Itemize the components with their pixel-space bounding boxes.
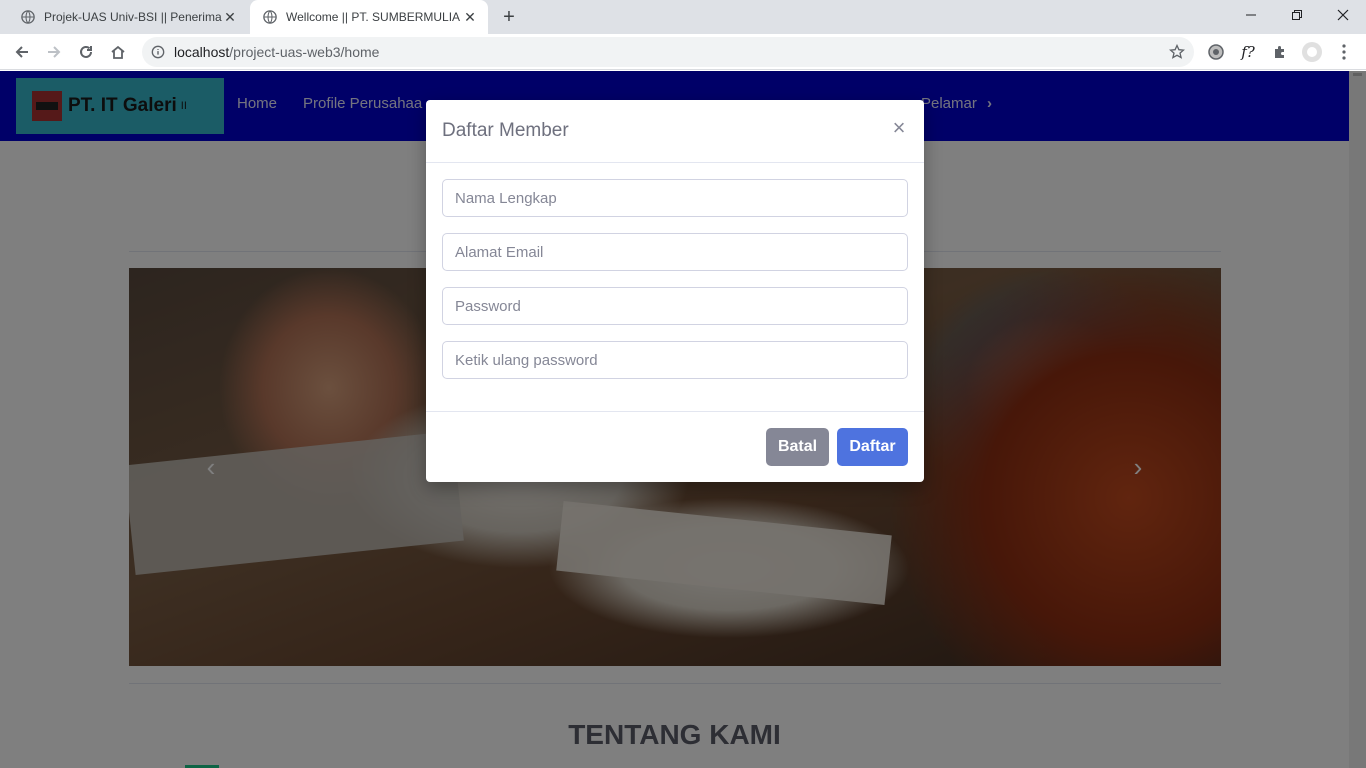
cancel-button[interactable]: Batal [766,428,829,466]
url-host: localhost [174,44,230,60]
modal-header: Daftar Member × [426,100,924,163]
minimize-icon[interactable] [1228,0,1274,30]
restore-icon[interactable] [1274,0,1320,30]
globe-icon [262,9,278,25]
kebab-menu-icon[interactable] [1332,40,1356,64]
window-close-icon[interactable] [1320,0,1366,30]
profile-avatar-icon[interactable] [1300,40,1324,64]
confirm-password-input[interactable] [442,341,908,379]
globe-icon [20,9,36,25]
close-icon[interactable]: × [890,115,908,140]
close-icon[interactable]: ✕ [462,9,478,25]
extension-badge-icon[interactable] [1204,40,1228,64]
register-modal: Daftar Member × Batal Daftar [426,100,924,482]
reload-icon[interactable] [72,38,100,66]
browser-tab-bar: Projek-UAS Univ-BSI || Penerimaa ✕ Wellc… [0,0,1366,34]
modal-title: Daftar Member [442,120,569,141]
puzzle-extensions-icon[interactable] [1268,40,1292,64]
bookmark-star-icon[interactable] [1168,43,1186,61]
info-icon[interactable] [150,44,166,60]
forward-arrow-icon[interactable] [40,38,68,66]
extension-formula-icon[interactable]: f? [1236,40,1260,64]
new-tab-plus-icon[interactable]: + [498,6,520,28]
home-icon[interactable] [104,38,132,66]
close-icon[interactable]: ✕ [222,9,238,25]
register-button[interactable]: Daftar [837,428,908,466]
back-arrow-icon[interactable] [8,38,36,66]
browser-tab-1[interactable]: Projek-UAS Univ-BSI || Penerimaa ✕ [8,0,248,34]
tab-title: Wellcome || PT. SUMBERMULIA H [286,10,462,24]
browser-tab-2[interactable]: Wellcome || PT. SUMBERMULIA H ✕ [250,0,488,34]
address-bar[interactable]: localhost/project-uas-web3/home [142,37,1194,67]
tab-title: Projek-UAS Univ-BSI || Penerimaa [44,10,222,24]
url-path: /project-uas-web3/home [229,44,380,60]
email-input[interactable] [442,233,908,271]
browser-toolbar: localhost/project-uas-web3/home f? [0,34,1366,70]
url-text: localhost/project-uas-web3/home [174,44,379,60]
modal-footer: Batal Daftar [426,411,924,482]
password-input[interactable] [442,287,908,325]
full-name-input[interactable] [442,179,908,217]
